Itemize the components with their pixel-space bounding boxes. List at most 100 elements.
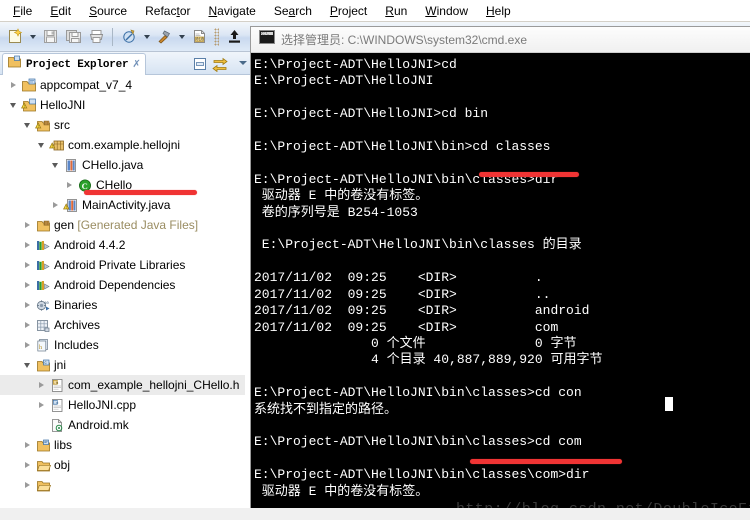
new-wizard-icon[interactable] — [4, 26, 26, 48]
cmd-console-output[interactable]: E:\Project-ADT\HelloJNI>cd E:\Project-ADT… — [251, 53, 750, 520]
twisty-collapsed-icon[interactable] — [20, 215, 34, 235]
android-project-warn-icon: ! — [20, 97, 37, 113]
tree-row[interactable]: ! src — [0, 115, 245, 135]
includes-icon: h — [34, 337, 51, 353]
console-line: 卷的序列号是 B254-1053 — [254, 204, 418, 220]
tree-row[interactable]: C CHello — [0, 175, 245, 195]
twisty-expanded-icon[interactable] — [6, 95, 20, 115]
tree-row[interactable]: Android.mk — [0, 415, 245, 435]
twisty-expanded-icon[interactable] — [20, 355, 34, 375]
link-with-editor-icon[interactable] — [212, 56, 228, 73]
menu-item-file[interactable]: File — [4, 1, 41, 21]
debug-icon[interactable] — [118, 26, 140, 48]
twisty-expanded-icon[interactable] — [48, 155, 62, 175]
menu-item-help[interactable]: Help — [477, 1, 520, 21]
tree-row[interactable]: CHello.java — [0, 155, 245, 175]
twisty-expanded-icon[interactable] — [20, 115, 34, 135]
folder-icon — [34, 457, 51, 473]
new-wizard-dropdown-icon[interactable] — [27, 26, 38, 48]
twisty-collapsed-icon[interactable] — [20, 235, 34, 255]
debug-dropdown-icon[interactable] — [141, 26, 152, 48]
twisty-expanded-icon[interactable] — [34, 135, 48, 155]
twisty-collapsed-icon[interactable] — [20, 435, 34, 455]
text-cursor-block — [665, 397, 673, 411]
package-warn-icon: ! — [48, 137, 65, 153]
menu-item-refactor[interactable]: Refactor — [136, 1, 199, 21]
save-all-icon[interactable] — [62, 26, 84, 48]
export-icon[interactable] — [223, 26, 245, 48]
save-icon[interactable] — [39, 26, 61, 48]
twisty-collapsed-icon[interactable] — [20, 455, 34, 475]
console-line: E:\Project-ADT\HelloJNI\bin\classes 的目录 — [254, 237, 582, 253]
twisty-collapsed-icon[interactable] — [20, 275, 34, 295]
tree-row[interactable]: .c HelloJNI.cpp — [0, 395, 245, 415]
tree-row[interactable]: h Includes — [0, 335, 245, 355]
tree-row-label: gen [Generated Java Files] — [54, 218, 199, 232]
tree-row[interactable]: obj — [0, 455, 245, 475]
tree-row[interactable]: Android Dependencies — [0, 275, 245, 295]
twisty-collapsed-icon[interactable] — [20, 295, 34, 315]
tree-row[interactable]: Android 4.4.2 — [0, 235, 245, 255]
library-icon — [34, 277, 51, 293]
svg-text:!: ! — [51, 143, 54, 149]
tree-row[interactable]: ! MainActivity.java — [0, 195, 245, 215]
tree-row-label: HelloJNI.cpp — [68, 398, 137, 412]
menu-item-search[interactable]: Search — [265, 1, 321, 21]
binaries-icon: 10 — [34, 297, 51, 313]
cmd-console-window[interactable]: C:\. 选择管理员: C:\WINDOWS\system32\cmd.exe … — [250, 26, 750, 520]
close-icon[interactable]: ✗ — [132, 59, 140, 70]
library-icon — [34, 257, 51, 273]
library-icon — [34, 237, 51, 253]
header-file-icon: .h — [48, 377, 65, 393]
tree-row[interactable]: Archives — [0, 315, 245, 335]
print-icon[interactable] — [85, 26, 107, 48]
menu-item-edit[interactable]: Edit — [41, 1, 80, 21]
tab-project-explorer[interactable]: Project Explorer ✗ — [2, 53, 146, 75]
svg-text:C: C — [81, 181, 87, 191]
tree-row-label: Android 4.4.2 — [54, 238, 126, 252]
java-file-warn-icon: ! — [62, 197, 79, 213]
menu-item-project[interactable]: Project — [321, 1, 376, 21]
menu-item-navigate[interactable]: Navigate — [199, 1, 264, 21]
twisty-collapsed-icon[interactable] — [20, 475, 34, 495]
svg-text:!: ! — [37, 123, 40, 129]
tree-row[interactable] — [0, 475, 245, 495]
twisty-collapsed-icon[interactable] — [62, 175, 76, 195]
tree-row[interactable]: ! HelloJNI — [0, 95, 245, 115]
window-bottom-strip — [0, 508, 750, 520]
build-dropdown-icon[interactable] — [176, 26, 187, 48]
svg-text:h: h — [39, 345, 42, 351]
tree-row-label: jni — [54, 358, 67, 372]
project-tree[interactable]: appcompat_v7_4! HelloJNI! src! com.example.… — [0, 75, 245, 520]
menu-item-source[interactable]: Source — [80, 1, 136, 21]
cmd-title-bar[interactable]: C:\. 选择管理员: C:\WINDOWS\system32\cmd.exe — [251, 27, 750, 53]
twisty-collapsed-icon[interactable] — [34, 375, 48, 395]
toolbar-drag-handle[interactable] — [214, 27, 219, 46]
cmd-title-text: 选择管理员: C:\WINDOWS\system32\cmd.exe — [281, 33, 528, 47]
twisty-collapsed-icon[interactable] — [20, 315, 34, 335]
console-line: 驱动器 E 中的卷没有标签。 — [254, 188, 429, 204]
tree-row[interactable]: 10 Binaries — [0, 295, 245, 315]
tree-row[interactable]: appcompat_v7_4 — [0, 75, 245, 95]
new-java-class-icon[interactable]: 010 — [188, 26, 210, 48]
tree-row[interactable]: Android Private Libraries — [0, 255, 245, 275]
build-hammer-icon[interactable] — [153, 26, 175, 48]
twisty-collapsed-icon[interactable] — [20, 255, 34, 275]
tree-row[interactable]: gen [Generated Java Files] — [0, 215, 245, 235]
menu-item-window[interactable]: Window — [416, 1, 477, 21]
tree-row[interactable]: c jni — [0, 355, 245, 375]
twisty-collapsed-icon[interactable] — [48, 195, 62, 215]
tree-row[interactable]: libs — [0, 435, 245, 455]
twisty-collapsed-icon[interactable] — [6, 75, 20, 95]
tree-row[interactable]: .h com_example_hellojni_CHello.h — [0, 375, 245, 395]
minimize-view-icon[interactable] — [192, 56, 208, 72]
menu-item-run[interactable]: Run — [376, 1, 416, 21]
tree-row-label: CHello — [96, 178, 133, 192]
tree-row[interactable]: ! com.example.hellojni — [0, 135, 245, 155]
twisty-collapsed-icon[interactable] — [34, 395, 48, 415]
twisty-collapsed-icon[interactable] — [20, 335, 34, 355]
